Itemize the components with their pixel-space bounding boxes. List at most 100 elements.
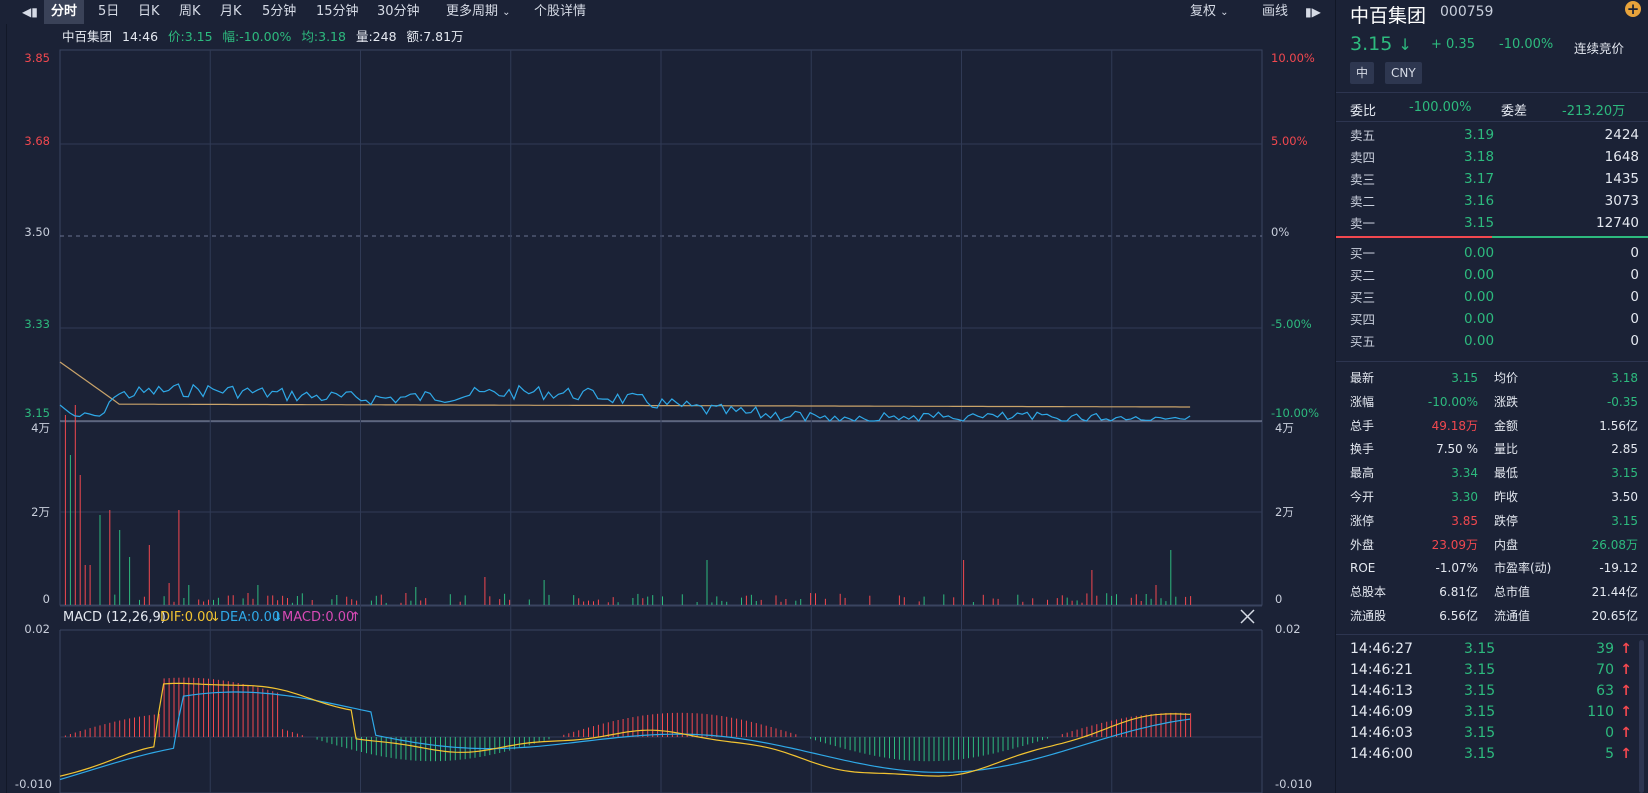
volume-bar <box>696 602 698 605</box>
volume-bar <box>499 599 501 605</box>
macd-bar <box>785 731 787 737</box>
macd-bar <box>341 737 343 747</box>
macd-bar <box>1032 737 1034 744</box>
macd-bar <box>563 734 565 737</box>
macd-bar <box>178 677 180 737</box>
macd-bar <box>671 712 673 737</box>
macd-bar <box>484 737 486 757</box>
intraday-chart[interactable]: 3.85 3.68 3.50 3.33 3.15 10.00% 5.00% 0%… <box>0 0 1330 793</box>
volume-bar <box>1135 594 1137 605</box>
tab-monthly-k[interactable]: 月K <box>220 0 242 24</box>
macd-bar <box>938 737 940 761</box>
tab-5min[interactable]: 5分钟 <box>262 0 296 24</box>
macd-bar <box>351 737 353 750</box>
tab-5day[interactable]: 5日 <box>98 0 119 24</box>
bid-row[interactable]: 买五 0.00 0 <box>1336 330 1648 353</box>
trade-volume: 70 <box>1596 662 1614 678</box>
ask-row[interactable]: 卖五 3.19 2424 <box>1336 124 1648 147</box>
volume-bar <box>982 594 984 605</box>
arrow-up-icon: ↑ <box>1620 641 1632 657</box>
macd-bar <box>568 733 570 737</box>
bid-row[interactable]: 买四 0.00 0 <box>1336 308 1648 331</box>
tab-stock-detail[interactable]: 个股详情 <box>534 0 586 24</box>
tab-more-periods[interactable]: 更多周期 ⌄ <box>446 0 511 24</box>
trade-volume: 63 <box>1596 683 1614 699</box>
macd-bar <box>143 715 145 737</box>
quote-panel: 中百集团 000759 + 3.15 ↓ + 0.35 -10.00% 连续竞价… <box>1335 0 1648 793</box>
add-favorite-icon[interactable]: + <box>1625 1 1641 17</box>
volume-bar <box>815 593 816 605</box>
weibi-value: -100.00% <box>1409 100 1472 115</box>
tab-weekly-k[interactable]: 周K <box>179 0 201 24</box>
volume-bar <box>356 600 358 605</box>
macd-bar <box>1042 737 1043 741</box>
tab-15min[interactable]: 15分钟 <box>316 0 359 24</box>
volume-bar <box>1081 602 1083 605</box>
tab-daily-k[interactable]: 日K <box>138 0 160 24</box>
macd-bar <box>1175 712 1177 737</box>
ask-row[interactable]: 卖三 3.17 1435 <box>1336 168 1648 191</box>
macd-bar <box>839 737 841 748</box>
bid-volume: 0 <box>1630 245 1639 261</box>
stat-label: 总股本 <box>1350 585 1387 600</box>
next-icon[interactable]: ▮▶ <box>1305 0 1321 24</box>
macd-bar <box>849 737 851 751</box>
macd-bar <box>74 732 76 737</box>
bid-row[interactable]: 买二 0.00 0 <box>1336 264 1648 287</box>
bid-label: 买三 <box>1350 290 1376 305</box>
macd-bar <box>637 716 639 737</box>
prev-icon[interactable]: ◀▮ <box>22 0 38 24</box>
macd-bar <box>972 737 974 758</box>
volume-bar <box>844 597 846 605</box>
tab-30min[interactable]: 30分钟 <box>377 0 420 24</box>
ask-row[interactable]: 卖二 3.16 3073 <box>1336 190 1648 213</box>
volume-bar <box>69 455 71 605</box>
stat-label: 跌停 <box>1494 513 1519 528</box>
stat-value: 3.85 <box>1451 513 1478 528</box>
fuquan-dropdown[interactable]: 复权 ⌄ <box>1190 0 1229 24</box>
macd-bar <box>820 737 821 742</box>
macd-bar <box>331 737 333 745</box>
ask-row[interactable]: 卖四 3.18 1648 <box>1336 146 1648 169</box>
macd-bar <box>119 720 121 737</box>
volume-bar <box>247 593 249 605</box>
volume-bar <box>824 598 826 605</box>
volume-bar <box>227 595 229 605</box>
volume-bar <box>1091 570 1093 605</box>
volume-bar <box>296 596 298 605</box>
volume-bar <box>972 602 974 605</box>
tab-fenshi[interactable]: 分时 <box>44 0 84 24</box>
stat-value: -19.12 <box>1599 561 1638 576</box>
macd-bar <box>750 721 752 737</box>
macd-title: MACD (12,26,9) <box>63 610 166 625</box>
volume-bar <box>839 593 841 605</box>
scrollbar[interactable] <box>1639 640 1644 793</box>
macd-bar <box>444 737 446 761</box>
ask-volume: 12740 <box>1596 215 1639 231</box>
stock-name: 中百集团 <box>1350 5 1427 27</box>
volume-bar <box>64 415 66 605</box>
macd-bar <box>824 737 826 744</box>
macd-bar <box>139 716 140 737</box>
macd-bar <box>282 729 284 737</box>
volume-bar <box>509 599 511 605</box>
macd-bar <box>1170 712 1172 737</box>
macd-bar <box>1061 734 1063 737</box>
macd-bar <box>928 737 930 762</box>
volume-bar <box>800 599 802 605</box>
draw-line-button[interactable]: 画线 <box>1262 0 1288 24</box>
stat-label: 内盘 <box>1494 537 1519 552</box>
bid-row[interactable]: 买一 0.00 0 <box>1336 242 1648 265</box>
macd-bar <box>770 727 772 737</box>
macd-bar <box>923 737 925 762</box>
volume-bar <box>1096 595 1098 605</box>
macd-bar <box>795 734 797 737</box>
macd-bar <box>494 737 496 755</box>
volume-bar <box>282 595 284 605</box>
trade-price: 3.15 <box>1464 725 1496 741</box>
ask-row[interactable]: 卖一 3.15 12740 <box>1336 212 1648 235</box>
macd-bar <box>1165 713 1167 737</box>
volume-bar <box>681 594 683 605</box>
bid-row[interactable]: 买三 0.00 0 <box>1336 286 1648 309</box>
volume-tick: 0 <box>1275 592 1282 606</box>
